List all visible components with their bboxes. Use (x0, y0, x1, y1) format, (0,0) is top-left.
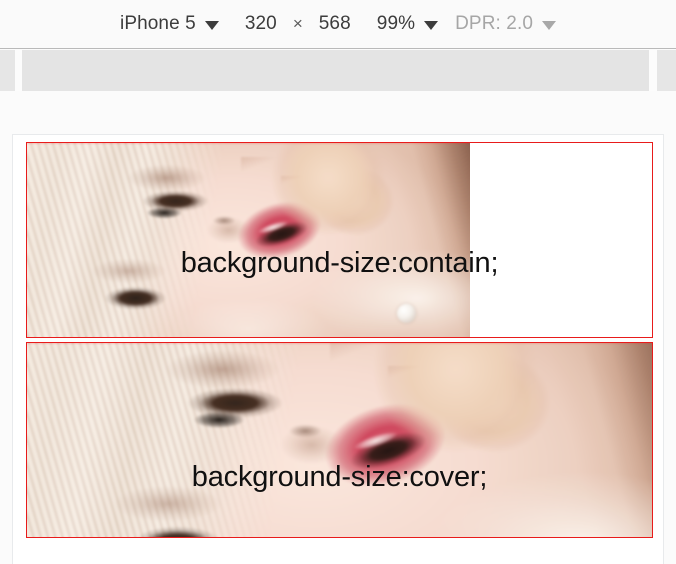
viewport-dimensions: 320 × 568 (245, 13, 351, 35)
device-name-label: iPhone 5 (120, 13, 196, 34)
viewport-right-handle[interactable] (649, 50, 657, 91)
viewport-ruler-band (0, 50, 676, 91)
ruler-left-edge (0, 50, 15, 91)
dimension-separator-icon: × (292, 14, 303, 33)
chevron-down-icon[interactable] (424, 20, 439, 30)
device-emulation-toolbar: iPhone 5 320 × 568 99% DPR: 2.0 (0, 0, 676, 49)
photo-softening-layer (27, 343, 652, 537)
page-document: background-size:contain; background-size… (12, 134, 664, 564)
photo-softening-layer (27, 143, 470, 337)
device-selector[interactable]: iPhone 5 (120, 13, 219, 35)
zoom-level-label: 99% (376, 13, 416, 34)
demo-box-contain: background-size:contain; (26, 142, 653, 338)
dpr-selector[interactable]: DPR: 2.0 (455, 13, 556, 35)
viewport-left-handle[interactable] (15, 50, 22, 91)
dpr-label: DPR: 2.0 (455, 13, 533, 34)
demo-box-cover: background-size:cover; (26, 342, 653, 538)
chevron-down-icon[interactable] (204, 20, 219, 30)
background-photo-contain (27, 143, 470, 337)
chevron-down-icon[interactable] (542, 20, 556, 30)
viewport-width-input[interactable]: 320 (245, 13, 277, 35)
viewport-height-input[interactable]: 568 (319, 13, 351, 35)
zoom-selector[interactable]: 99% (376, 13, 439, 35)
background-photo-cover (27, 343, 652, 537)
ruler-right-edge (657, 50, 676, 91)
